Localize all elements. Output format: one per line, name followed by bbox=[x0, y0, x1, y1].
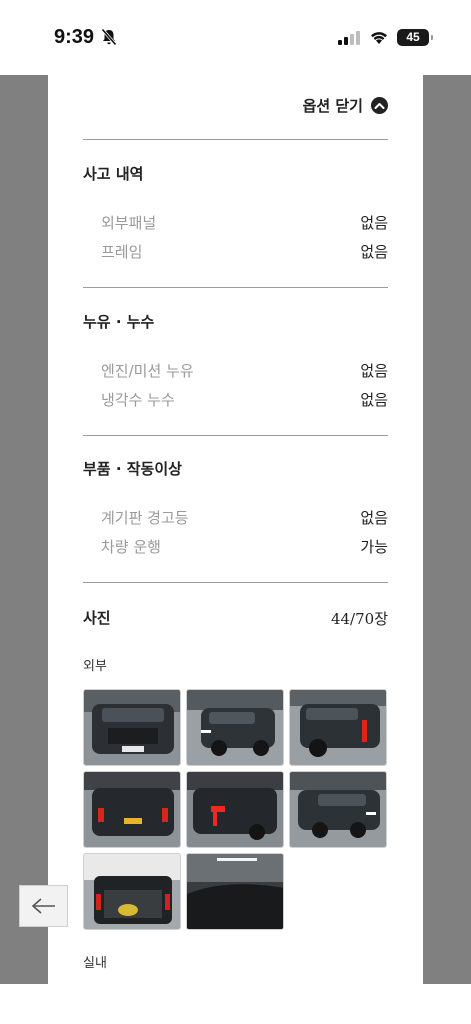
row-value-frame: 없음 bbox=[360, 243, 388, 261]
row-label-coolant-leak: 냉각수 누수 bbox=[101, 391, 175, 409]
divider bbox=[83, 435, 388, 436]
options-panel: 옵션 닫기 사고 내역 외부패널 없음 프레임 없음 누유 · 누수 엔진/미션… bbox=[48, 75, 423, 984]
row-value-coolant-leak: 없음 bbox=[360, 391, 388, 409]
row-label-dashboard-warning: 계기판 경고등 bbox=[101, 509, 189, 527]
car-front-right-photo[interactable] bbox=[289, 771, 387, 848]
bell-muted-icon bbox=[101, 28, 117, 46]
row-label-drivable: 차량 운행 bbox=[101, 538, 161, 556]
row-value-dashboard-warning: 없음 bbox=[360, 509, 388, 527]
section-title-photos: 사진 bbox=[83, 609, 111, 627]
section-title-accident: 사고 내역 bbox=[83, 165, 144, 183]
car-front-photo[interactable] bbox=[83, 689, 181, 766]
car-roof-photo[interactable] bbox=[186, 853, 284, 930]
section-title-leak: 누유 · 누수 bbox=[83, 313, 155, 331]
bottom-area bbox=[0, 984, 471, 1024]
row-label-engine-oil-leak: 엔진/미션 누유 bbox=[101, 362, 194, 380]
section-title-parts: 부품 · 작동이상 bbox=[83, 460, 182, 478]
exterior-photos-label: 외부 bbox=[83, 659, 107, 674]
overlay-right bbox=[423, 75, 471, 984]
status-time: 9:39 bbox=[54, 26, 95, 48]
car-front-left-photo[interactable] bbox=[186, 689, 284, 766]
row-value-engine-oil-leak: 없음 bbox=[360, 362, 388, 380]
wifi-icon bbox=[371, 32, 387, 44]
car-rear-right-photo[interactable] bbox=[289, 689, 387, 766]
status-bar: 9:39 45 bbox=[0, 0, 471, 75]
row-value-drivable: 가능 bbox=[360, 538, 388, 556]
interior-photos-label: 실내 bbox=[83, 956, 107, 971]
close-options-label: 옵션 닫기 bbox=[302, 97, 363, 115]
divider bbox=[83, 287, 388, 288]
photo-count: 44/70장 bbox=[330, 610, 388, 628]
cellular-signal-icon bbox=[338, 31, 360, 45]
close-options-button[interactable]: 옵션 닫기 bbox=[303, 95, 388, 116]
car-rear-photo[interactable] bbox=[83, 771, 181, 848]
divider bbox=[83, 582, 388, 583]
chevron-up-icon bbox=[371, 97, 388, 114]
car-rear-left-photo[interactable] bbox=[186, 771, 284, 848]
row-value-exterior-panel: 없음 bbox=[360, 214, 388, 232]
row-label-exterior-panel: 외부패널 bbox=[101, 214, 157, 232]
overlay-left bbox=[0, 75, 48, 984]
row-label-frame: 프레임 bbox=[101, 243, 143, 261]
arrow-left-icon bbox=[31, 898, 55, 914]
back-button[interactable] bbox=[19, 885, 68, 927]
car-trunk-open-photo[interactable] bbox=[83, 853, 181, 930]
divider bbox=[83, 139, 388, 140]
battery-indicator: 45 bbox=[397, 29, 433, 46]
